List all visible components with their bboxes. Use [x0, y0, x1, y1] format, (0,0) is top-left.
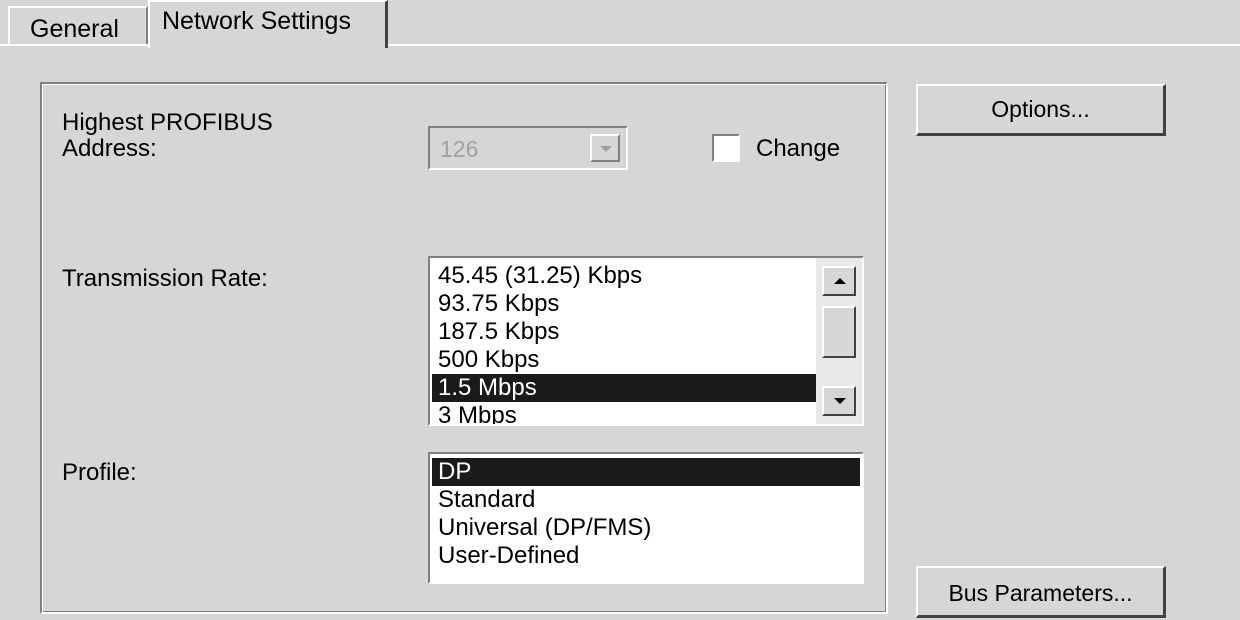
transmission-rate-option[interactable]: 500 Kbps [432, 346, 816, 374]
tab-general[interactable]: General [8, 6, 148, 46]
transmission-rate-option[interactable]: 3 Mbps [432, 402, 816, 424]
highest-address-label: Highest PROFIBUS Address: [62, 109, 273, 162]
profile-label: Profile: [62, 459, 137, 486]
profile-list[interactable]: DP Standard Universal (DP/FMS) User-Defined [428, 452, 864, 584]
arrow-up-icon [834, 278, 846, 284]
highest-address-value: 126 [440, 136, 479, 162]
tab-strip: General Network Settings [0, 0, 1240, 48]
profile-option[interactable]: DP [432, 458, 860, 486]
transmission-rate-option[interactable]: 45.45 (31.25) Kbps [432, 262, 816, 290]
profile-option[interactable]: User-Defined [432, 542, 860, 570]
options-button[interactable]: Options... [916, 84, 1166, 136]
profile-items: DP Standard Universal (DP/FMS) User-Defined [432, 458, 860, 570]
tab-network-settings-label: Network Settings [162, 7, 351, 35]
scroll-up-button[interactable] [822, 266, 856, 296]
bus-parameters-button[interactable]: Bus Parameters... [916, 566, 1166, 618]
highest-address-select[interactable]: 126 [428, 126, 628, 170]
chevron-down-icon [600, 146, 612, 152]
tab-general-label: General [30, 15, 119, 43]
transmission-rate-scrollbar[interactable] [816, 258, 862, 424]
transmission-rate-option[interactable]: 187.5 Kbps [432, 318, 816, 346]
transmission-rate-option[interactable]: 1.5 Mbps [432, 374, 816, 402]
transmission-rate-items: 45.45 (31.25) Kbps 93.75 Kbps 187.5 Kbps 50… [432, 262, 816, 424]
scroll-thumb[interactable] [822, 306, 856, 358]
transmission-rate-label: Transmission Rate: [62, 265, 268, 292]
change-checkbox[interactable] [712, 134, 740, 162]
transmission-rate-option[interactable]: 93.75 Kbps [432, 290, 816, 318]
tab-network-settings[interactable]: Network Settings [148, 0, 388, 48]
arrow-down-icon [834, 398, 846, 404]
transmission-rate-list[interactable]: 45.45 (31.25) Kbps 93.75 Kbps 187.5 Kbps 50… [428, 256, 864, 426]
tab-divider-gap [150, 44, 385, 47]
highest-address-dropdown-button[interactable] [590, 134, 620, 162]
scroll-down-button[interactable] [822, 386, 856, 416]
profile-option[interactable]: Universal (DP/FMS) [432, 514, 860, 542]
profile-option[interactable]: Standard [432, 486, 860, 514]
change-label[interactable]: Change [756, 136, 840, 162]
